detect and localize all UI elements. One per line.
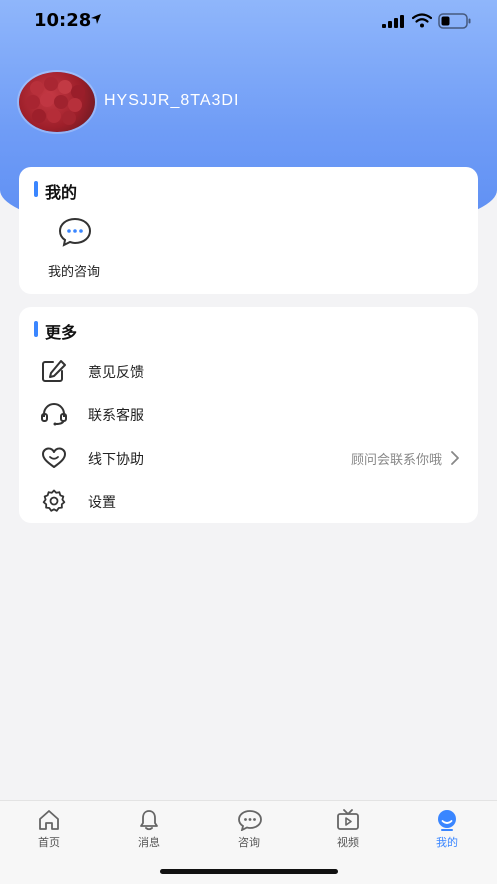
bell-icon bbox=[140, 810, 158, 831]
section-title-text: 更多 bbox=[45, 323, 78, 342]
tv-icon bbox=[337, 809, 359, 830]
menu-item-customer-service[interactable]: 联系客服 bbox=[19, 394, 478, 434]
more-card: 更多 意见反馈 联系客服 线下协助 顾问会联系你哦 设置 bbox=[19, 307, 478, 523]
tab-consult[interactable]: 咨询 bbox=[219, 809, 279, 853]
gear-icon bbox=[42, 489, 66, 512]
avatar-image bbox=[26, 77, 85, 125]
tab-video[interactable]: 视频 bbox=[318, 809, 378, 853]
menu-item-offline-assistance[interactable]: 线下协助 顾问会联系你哦 bbox=[19, 438, 478, 478]
profile-icon bbox=[438, 810, 456, 831]
heart-icon bbox=[42, 447, 66, 468]
tab-label: 咨询 bbox=[238, 836, 260, 849]
location-arrow-icon bbox=[91, 14, 101, 24]
avatar[interactable] bbox=[19, 72, 95, 132]
wifi-icon bbox=[412, 13, 432, 28]
section-title-text: 我的 bbox=[45, 183, 78, 202]
edit-icon bbox=[42, 360, 66, 382]
tab-home[interactable]: 首页 bbox=[19, 809, 79, 853]
home-icon bbox=[39, 810, 59, 830]
headset-icon bbox=[41, 402, 67, 426]
chat-bubble-icon bbox=[58, 217, 92, 247]
menu-item-label: 联系客服 bbox=[88, 408, 144, 424]
menu-item-hint: 顾问会联系你哦 bbox=[350, 453, 442, 468]
cellular-signal-icon bbox=[382, 15, 404, 28]
section-accent-bar bbox=[34, 321, 38, 337]
battery-icon bbox=[438, 13, 471, 29]
chevron-right-icon bbox=[451, 451, 459, 465]
status-time: 10:28 bbox=[34, 10, 92, 31]
menu-item-settings[interactable]: 设置 bbox=[19, 481, 478, 521]
tab-mine[interactable]: 我的 bbox=[417, 809, 477, 853]
tab-label: 首页 bbox=[38, 836, 60, 849]
tab-messages[interactable]: 消息 bbox=[119, 809, 179, 853]
home-indicator bbox=[160, 869, 338, 874]
mine-card: 我的 我的咨询 bbox=[19, 167, 478, 294]
my-consultation-label: 我的咨询 bbox=[47, 265, 100, 280]
menu-item-label: 设置 bbox=[88, 495, 116, 511]
username: HYSJJR_8TA3DI bbox=[104, 92, 240, 109]
tab-label: 消息 bbox=[138, 836, 160, 849]
status-bar: 10:28 bbox=[0, 0, 497, 44]
section-accent-bar bbox=[34, 181, 38, 197]
chat-icon bbox=[238, 810, 262, 831]
my-consultation-item[interactable]: 我的咨询 bbox=[41, 217, 107, 280]
menu-item-feedback[interactable]: 意见反馈 bbox=[19, 351, 478, 391]
tab-label: 视频 bbox=[337, 836, 359, 849]
menu-item-label: 意见反馈 bbox=[88, 365, 144, 381]
tab-label: 我的 bbox=[436, 836, 458, 849]
menu-item-label: 线下协助 bbox=[88, 452, 144, 468]
